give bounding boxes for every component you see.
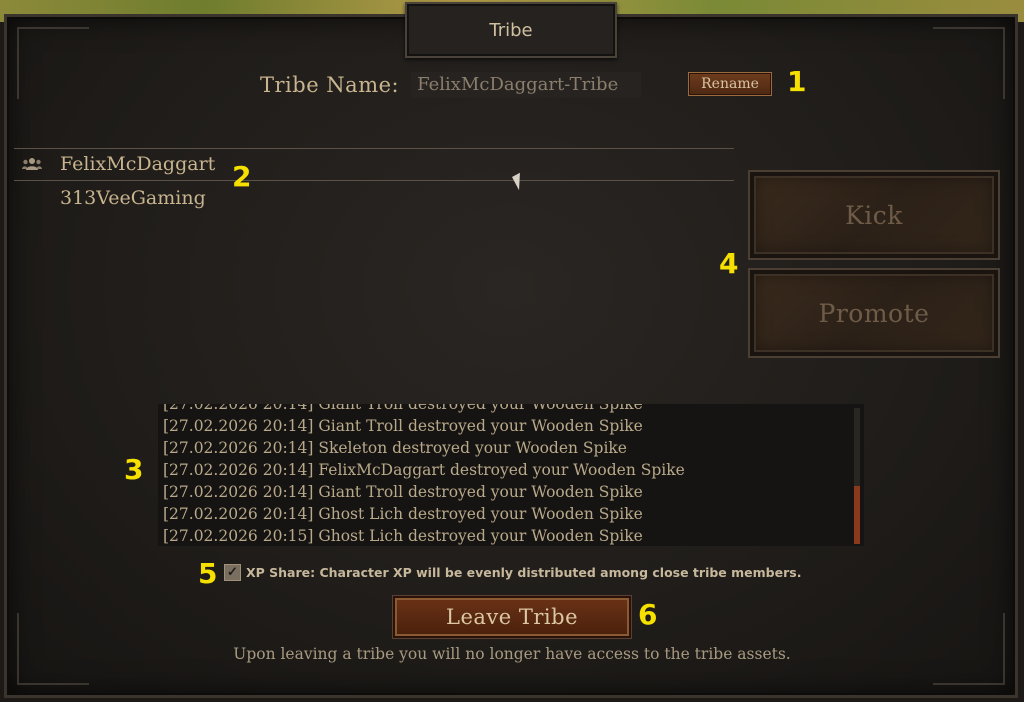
annotation-marker-2: 2 bbox=[232, 160, 252, 193]
leave-tribe-button[interactable]: Leave Tribe bbox=[393, 596, 631, 638]
panel-corner-ornament bbox=[933, 27, 1005, 99]
annotation-marker-4: 4 bbox=[719, 247, 739, 280]
window-title: Tribe bbox=[405, 2, 617, 58]
annotation-marker-1: 1 bbox=[787, 65, 807, 98]
xp-share-checkbox[interactable]: ✓ bbox=[224, 564, 241, 581]
tribe-log-lines: [27.02.2026 20:14] Giant Troll destroyed… bbox=[163, 404, 848, 546]
log-scrollbar[interactable] bbox=[854, 408, 860, 544]
member-name: 313VeeGaming bbox=[60, 187, 206, 209]
member-row[interactable]: 313VeeGaming bbox=[60, 185, 206, 211]
annotation-marker-5: 5 bbox=[198, 557, 218, 590]
log-line: [27.02.2026 20:14] Ghost Lich destroyed … bbox=[163, 505, 643, 523]
tribe-log[interactable]: [27.02.2026 20:14] Giant Troll destroyed… bbox=[158, 404, 864, 546]
log-line: [27.02.2026 20:14] Skeleton destroyed yo… bbox=[163, 439, 627, 457]
kick-button[interactable]: Kick bbox=[748, 170, 1000, 260]
log-line: [27.02.2026 20:14] Giant Troll destroyed… bbox=[163, 483, 643, 501]
log-line: [27.02.2026 20:14] Giant Troll destroyed… bbox=[163, 417, 643, 435]
rename-button[interactable]: Rename bbox=[688, 72, 772, 96]
member-list-divider bbox=[14, 180, 734, 181]
log-line: [27.02.2026 20:14] FelixMcDaggart destro… bbox=[163, 461, 685, 479]
tribe-name-input[interactable]: FelixMcDaggart-Tribe bbox=[411, 72, 642, 98]
log-scrollbar-thumb[interactable] bbox=[854, 486, 860, 544]
tribe-name-row: Tribe Name: FelixMcDaggart-Tribe bbox=[260, 70, 642, 100]
xp-share-label: XP Share: Character XP will be evenly di… bbox=[246, 565, 802, 580]
panel-corner-ornament bbox=[17, 27, 89, 99]
tribe-name-label: Tribe Name: bbox=[260, 73, 400, 97]
member-name: FelixMcDaggart bbox=[60, 153, 216, 175]
annotation-marker-3: 3 bbox=[124, 453, 144, 486]
group-icon bbox=[22, 156, 44, 172]
xp-share-row: ✓ XP Share: Character XP will be evenly … bbox=[224, 564, 801, 581]
leave-tribe-hint: Upon leaving a tribe you will no longer … bbox=[233, 645, 791, 663]
promote-button[interactable]: Promote bbox=[748, 268, 1000, 358]
log-line: [27.02.2026 20:15] Ghost Lich destroyed … bbox=[163, 527, 643, 545]
annotation-marker-6: 6 bbox=[638, 598, 658, 631]
member-list-divider bbox=[14, 148, 734, 149]
log-line: [27.02.2026 20:14] Giant Troll destroyed… bbox=[163, 404, 643, 413]
member-row[interactable]: FelixMcDaggart bbox=[22, 151, 215, 177]
